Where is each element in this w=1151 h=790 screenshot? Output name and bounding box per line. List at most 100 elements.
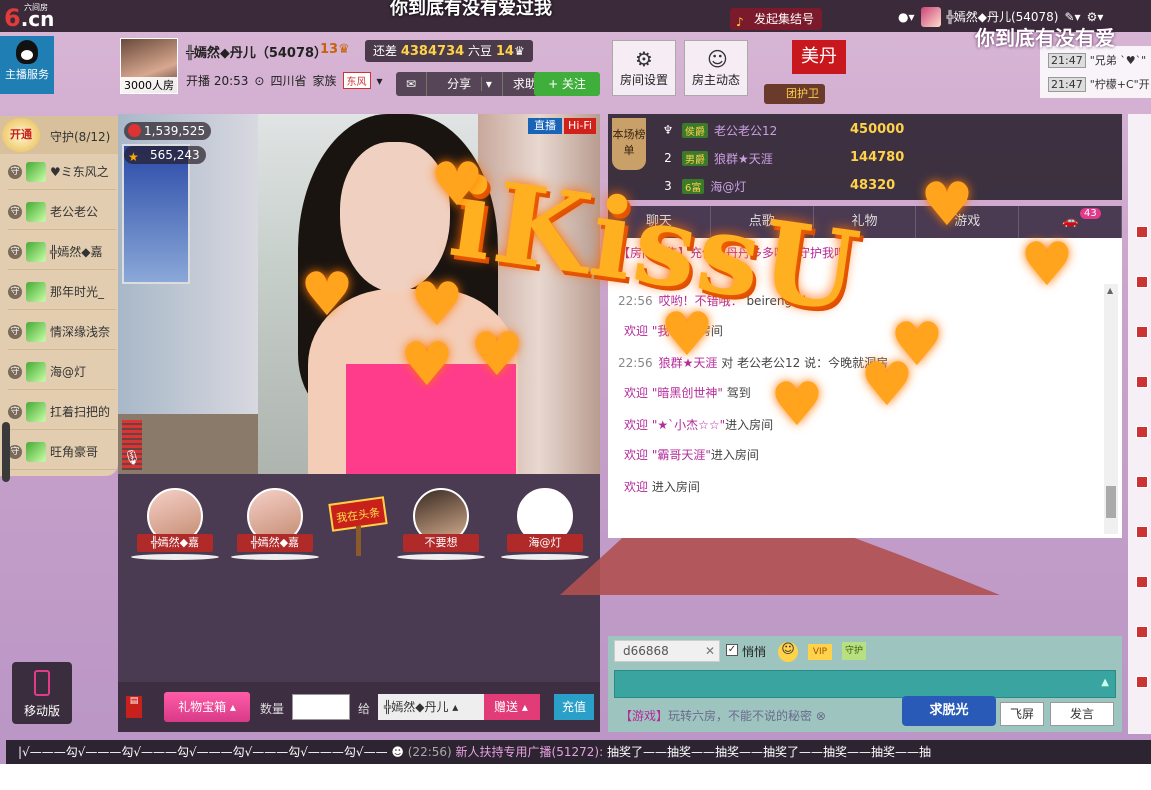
close-icon: ✕ — [704, 644, 715, 658]
guard-item[interactable]: 守旺角豪哥 — [8, 434, 116, 470]
gather-button[interactable]: ♪ 发起集结号 — [730, 8, 823, 30]
guard-item[interactable]: 守情深缘浅奈 — [8, 314, 116, 350]
seat[interactable]: ╬嫣然◆嘉 — [130, 488, 220, 564]
gift-icon[interactable] — [1136, 426, 1148, 438]
gift-icon[interactable] — [1136, 626, 1148, 638]
guard-group-label: 团护卫 — [786, 87, 819, 100]
hifi-tag[interactable]: Hi-Fi — [564, 118, 596, 134]
guard-item[interactable]: 守 ╬嫣然◆嘉 — [8, 234, 116, 270]
host-avatar[interactable]: 3000人房 — [120, 38, 178, 94]
location: 四川省 — [270, 74, 307, 88]
whisper-checkbox[interactable]: ✓ — [726, 644, 738, 656]
guard-item[interactable]: 守老公老公 — [8, 194, 116, 230]
host-name: ╬嫣然◆丹儿（54078） — [186, 46, 328, 61]
host-service-button[interactable]: 主播服务 — [0, 36, 54, 94]
guard-item[interactable]: 守扛着扫把的 — [8, 394, 116, 430]
share-button[interactable]: 分享 ▾ — [427, 72, 503, 96]
danmu-time: 21:47 — [1048, 53, 1086, 68]
mobile-label: 移动版 — [23, 704, 60, 718]
gift-icon[interactable] — [1136, 576, 1148, 588]
heart-icon: ♥ — [660, 300, 714, 370]
gift-icon[interactable] — [1136, 476, 1148, 488]
quantity-input[interactable] — [292, 694, 350, 720]
gift-icon[interactable] — [1136, 276, 1148, 288]
host-action-bar: ✉ 分享 ▾ 求助 — [396, 72, 548, 96]
qiutuoguang-button[interactable]: 求脱光 — [902, 696, 996, 726]
guard-scrollbar[interactable] — [2, 422, 10, 482]
host-news-button[interactable]: ☺ 房主动态 — [684, 40, 748, 96]
recharge-button[interactable]: 充值 — [554, 694, 594, 720]
chat-scrollbar[interactable]: ▲ — [1104, 284, 1118, 534]
gift-icon[interactable] — [1136, 226, 1148, 238]
meidan-badge[interactable]: 美丹 — [792, 40, 846, 74]
site-logo[interactable]: 6.cn 六间房 — [4, 3, 54, 32]
coin-value: 4384734 — [400, 44, 465, 59]
rank-row[interactable]: 2 男爵 狼群★天涯 — [660, 144, 960, 172]
vip-emoji-button[interactable]: VIP — [808, 644, 832, 660]
qq-penguin-icon — [16, 40, 38, 64]
gift-icon[interactable] — [1136, 526, 1148, 538]
avatar — [26, 321, 46, 342]
guard-icon: 守 — [8, 204, 22, 219]
fans-stat: ★ 565,243 — [124, 146, 206, 164]
heart-icon: ♥ — [470, 320, 524, 390]
seat[interactable]: ╬嫣然◆嘉 — [230, 488, 320, 564]
follow-button[interactable]: + 关注 — [534, 72, 600, 96]
guard-item[interactable]: 守海@灯 — [8, 354, 116, 390]
recipient-select[interactable]: ╬嫣然◆丹儿 ▴ — [378, 694, 484, 720]
chat-line: 欢迎 "霸哥天涯"进入房间 — [624, 448, 759, 462]
gift-icon[interactable] — [1136, 326, 1148, 338]
guard-icon: 守 — [8, 404, 22, 419]
guard-icon: 守 — [8, 244, 22, 259]
guard-group-badge[interactable]: 团护卫 — [764, 84, 825, 104]
guard-item[interactable]: 守 ♥ミ东风之 — [8, 154, 116, 190]
gift-treasure-button[interactable]: 礼物宝箱 ▴ — [164, 692, 250, 722]
status-icon[interactable]: ●▾ — [898, 6, 915, 28]
emoji-icon[interactable]: ☺ — [778, 642, 798, 662]
rank-row[interactable]: ♆ 侯爵 老公老公12 — [660, 116, 960, 144]
crown-icon: ♛ — [338, 42, 350, 57]
heart-icon: ♥ — [410, 270, 464, 340]
smiley-icon: ☻ — [391, 745, 404, 759]
seat[interactable]: 海@灯 — [500, 488, 590, 564]
fly-screen-button[interactable]: 飞屏 — [1000, 702, 1044, 726]
target-user-field[interactable]: d66868 ✕ — [614, 640, 720, 662]
ranking-tag[interactable]: 本场榜单 — [612, 118, 646, 170]
bottom-ticker[interactable]: |√———勾√———勾√———勾√———勾√———勾√———勾√—— ☻ (22… — [6, 740, 1151, 764]
trophy-icon: ♆ — [662, 123, 674, 137]
chat-line: 欢迎 进入房间 — [624, 480, 700, 494]
guard-item[interactable]: 守那年时光_ — [8, 274, 116, 310]
avatar — [26, 201, 46, 222]
danmu-text: "兄弟 `♥`" — [1089, 54, 1147, 67]
ticker-lead: |√———勾√———勾√———勾√———勾√———勾√———勾√—— — [18, 745, 388, 759]
phone-icon — [34, 670, 50, 696]
gear-icon: ⚙ — [635, 47, 653, 71]
mobile-version-button[interactable]: 移动版 — [12, 662, 72, 724]
heart-icon: ♥ — [430, 150, 484, 220]
avatar — [26, 401, 46, 422]
gift-icon[interactable] — [1136, 676, 1148, 688]
send-message-button[interactable]: 发言 — [1050, 702, 1114, 726]
game-tip[interactable]: 【游戏】玩转六房，不能不说的秘密 ⊗ — [620, 707, 826, 724]
message-input[interactable]: ▲ — [614, 670, 1116, 698]
room-settings-button[interactable]: ⚙ 房间设置 — [612, 40, 676, 96]
room-capacity: 3000人房 — [121, 77, 177, 93]
guard-icon: 守 — [8, 284, 22, 299]
send-gift-button[interactable]: 赠送 ▴ — [484, 694, 540, 720]
guard-emoji-button[interactable]: 守护 — [842, 642, 866, 660]
clan-tag[interactable]: 东风 — [342, 72, 371, 89]
rank-value: 48320 — [850, 178, 896, 193]
seat[interactable]: 不要想 — [396, 488, 486, 564]
ticker-broadcast: 新人扶持专用广播(51272): — [455, 745, 604, 759]
scroll-up-icon: ▲ — [1107, 286, 1114, 295]
gift-icon[interactable]: ▤ — [126, 696, 142, 718]
host-service-label: 主播服务 — [5, 68, 49, 81]
host-level: 13♛ — [320, 42, 350, 57]
microphone-icon[interactable]: 🎙 — [122, 450, 142, 470]
host-meta: 开播 20:53 ⊙ 四川省 家族 东风 ▾ — [186, 72, 383, 89]
guard-icon: 守 — [8, 444, 22, 459]
gift-icon[interactable] — [1136, 376, 1148, 388]
mail-icon[interactable]: ✉ — [396, 72, 428, 96]
avatar — [26, 441, 46, 462]
open-guard-button[interactable]: 开通 — [2, 118, 40, 152]
